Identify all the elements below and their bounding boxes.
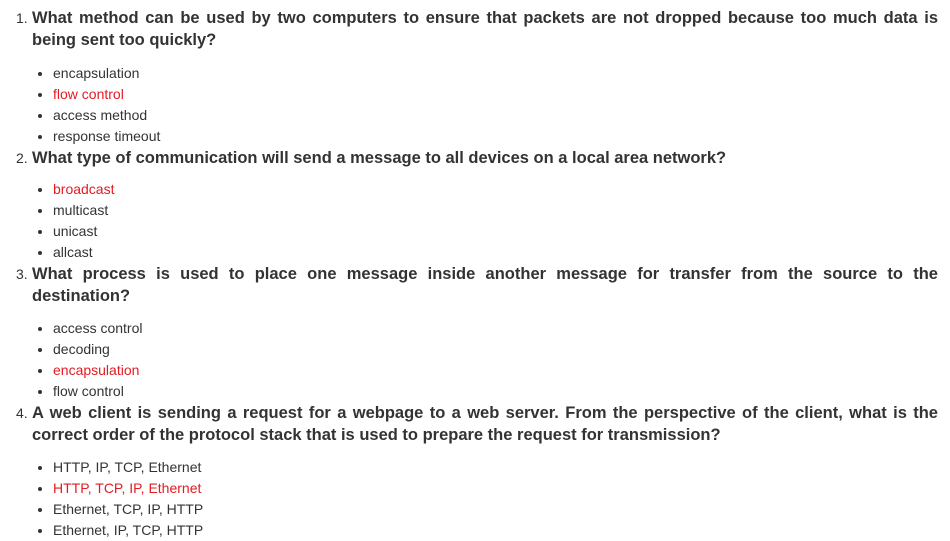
answer-text: Ethernet, IP, TCP, HTTP <box>53 522 204 538</box>
quiz-question-list: 1. What method can be used by two comput… <box>0 7 950 541</box>
answer-text: Ethernet, TCP, IP, HTTP <box>53 501 204 517</box>
bullet-icon <box>38 390 42 394</box>
answer-list: encapsulation flow control access method… <box>32 63 938 147</box>
answer-text: HTTP, IP, TCP, Ethernet <box>53 459 202 475</box>
answer-text: allcast <box>53 244 93 260</box>
answer-text: access control <box>53 320 143 336</box>
answer-text: broadcast <box>53 181 115 197</box>
answer-option: HTTP, IP, TCP, Ethernet <box>32 457 938 478</box>
answer-text: encapsulation <box>53 65 140 81</box>
answer-text: access method <box>53 107 148 123</box>
question-item: 4. A web client is sending a request for… <box>0 402 950 541</box>
answer-option: flow control <box>32 381 938 402</box>
bullet-icon <box>38 466 42 470</box>
question-text: What type of communication will send a m… <box>32 149 727 167</box>
answer-text: response timeout <box>53 128 161 144</box>
answer-option: allcast <box>32 242 938 263</box>
question-number: 2. <box>16 150 28 166</box>
answer-option: Ethernet, IP, TCP, HTTP <box>32 520 938 541</box>
bullet-icon <box>38 508 42 512</box>
bullet-icon <box>38 209 42 213</box>
answer-list: HTTP, IP, TCP, Ethernet HTTP, TCP, IP, E… <box>32 457 938 541</box>
question-item: 2. What type of communication will send … <box>0 147 950 263</box>
question-number: 3. <box>16 266 28 282</box>
answer-text: multicast <box>53 202 109 218</box>
answer-text: flow control <box>53 86 124 102</box>
bullet-icon <box>38 348 42 352</box>
bullet-icon <box>38 529 42 533</box>
bullet-icon <box>38 72 42 76</box>
bullet-icon <box>38 487 42 491</box>
correct-answer-option: HTTP, TCP, IP, Ethernet <box>32 478 938 499</box>
answer-option: decoding <box>32 339 938 360</box>
question-text: What method can be used by two computers… <box>32 9 938 49</box>
answer-option: Ethernet, TCP, IP, HTTP <box>32 499 938 520</box>
correct-answer-option: broadcast <box>32 179 938 200</box>
answer-option: access control <box>32 318 938 339</box>
answer-option: unicast <box>32 221 938 242</box>
answer-option: encapsulation <box>32 63 938 84</box>
answer-option: response timeout <box>32 126 938 147</box>
answer-option: access method <box>32 105 938 126</box>
bullet-icon <box>38 188 42 192</box>
bullet-icon <box>38 114 42 118</box>
question-text: A web client is sending a request for a … <box>32 404 938 444</box>
answer-text: encapsulation <box>53 362 140 378</box>
answer-text: unicast <box>53 223 98 239</box>
question-item: 1. What method can be used by two comput… <box>0 7 950 147</box>
answer-option: multicast <box>32 200 938 221</box>
bullet-icon <box>38 327 42 331</box>
answer-text: flow control <box>53 383 124 399</box>
correct-answer-option: flow control <box>32 84 938 105</box>
bullet-icon <box>38 251 42 255</box>
bullet-icon <box>38 135 42 139</box>
bullet-icon <box>38 230 42 234</box>
answer-list: broadcast multicast unicast allcast <box>32 179 938 263</box>
question-item: 3. What process is used to place one mes… <box>0 263 950 402</box>
bullet-icon <box>38 369 42 373</box>
answer-text: HTTP, TCP, IP, Ethernet <box>53 480 202 496</box>
question-number: 4. <box>16 405 28 421</box>
answer-text: decoding <box>53 341 110 357</box>
correct-answer-option: encapsulation <box>32 360 938 381</box>
bullet-icon <box>38 93 42 97</box>
answer-list: access control decoding encapsulation fl… <box>32 318 938 402</box>
question-text: What process is used to place one messag… <box>32 265 938 305</box>
question-number: 1. <box>16 10 28 26</box>
